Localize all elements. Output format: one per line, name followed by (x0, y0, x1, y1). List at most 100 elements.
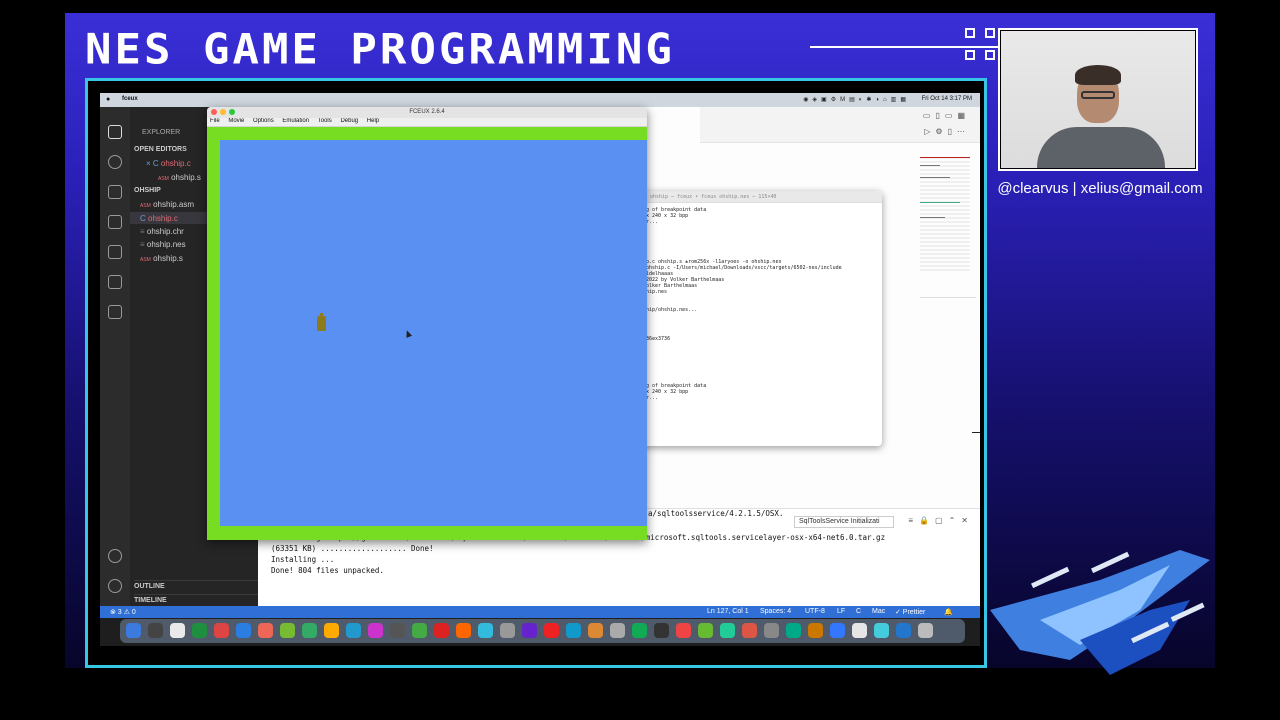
menu-tools[interactable]: Tools (318, 118, 332, 124)
nes-game-screen[interactable] (220, 140, 647, 526)
layout-controls-icon[interactable]: ▭▯▭▦ (923, 111, 970, 120)
dock-app-icon[interactable] (280, 623, 295, 638)
dock-app-icon[interactable] (786, 623, 801, 638)
book-icon[interactable] (108, 305, 122, 319)
encoding-setting[interactable]: UTF-8 (805, 608, 825, 615)
zoom-window-button[interactable] (229, 109, 235, 115)
dock-app-icon[interactable] (610, 623, 625, 638)
open-editor-label: ohship.s (171, 173, 201, 182)
dock-app-icon[interactable] (214, 623, 229, 638)
close-window-button[interactable] (211, 109, 217, 115)
dock-app-icon[interactable] (742, 623, 757, 638)
dock-app-icon[interactable] (852, 623, 867, 638)
dock-app-icon[interactable] (698, 623, 713, 638)
panel-action-icons[interactable]: ≡🔒▢⌃✕ (908, 516, 974, 525)
extensions-icon[interactable] (108, 245, 122, 259)
platform-indicator[interactable]: Mac (872, 608, 885, 615)
file-tree-item[interactable]: ≡ ohship.chr (140, 227, 184, 236)
dock-app-icon[interactable] (368, 623, 383, 638)
dock-app-icon[interactable] (500, 623, 515, 638)
settings-gear-icon[interactable] (108, 579, 122, 593)
minimize-window-button[interactable] (220, 109, 226, 115)
dock-app-icon[interactable] (456, 623, 471, 638)
terminal-line: r... (646, 219, 659, 225)
explorer-icon[interactable] (108, 125, 122, 139)
dock-app-icon[interactable] (918, 623, 933, 638)
dock-app-icon[interactable] (544, 623, 559, 638)
dock-app-icon[interactable] (588, 623, 603, 638)
apple-icon[interactable]: ● (106, 96, 110, 103)
dock-app-icon[interactable] (522, 623, 537, 638)
eol-setting[interactable]: LF (837, 608, 845, 615)
cursor-position[interactable]: Ln 127, Col 1 (707, 608, 749, 615)
terminal-window[interactable]: ohship — fceux • fceux ohship.nes — 115×… (640, 191, 882, 446)
outline-heading[interactable]: OUTLINE (134, 580, 258, 590)
open-editor-item[interactable]: × C ohship.c (146, 159, 191, 168)
vscode-status-bar: ⊗ 3 ⚠ 0 Ln 127, Col 1 Spaces: 4 UTF-8 LF… (100, 606, 980, 618)
mac-dock (120, 619, 965, 643)
menu-emulation[interactable]: Emulation (282, 118, 309, 124)
title-decoration-square (965, 50, 975, 60)
dock-app-icon[interactable] (258, 623, 273, 638)
menubar-app-name[interactable]: fceux (122, 96, 138, 102)
file-tree-item[interactable]: ASM ohship.asm (140, 200, 194, 209)
dock-app-icon[interactable] (236, 623, 251, 638)
run-debug-icon[interactable] (108, 215, 122, 229)
output-channel-select[interactable]: SqlToolsService Initializati (794, 516, 894, 528)
video-frame: NES GAME PROGRAMMING @clearvus | xelius@… (0, 0, 1280, 720)
dock-app-icon[interactable] (412, 623, 427, 638)
open-editor-item[interactable]: ASM ohship.s (158, 173, 201, 182)
dock-app-icon[interactable] (192, 623, 207, 638)
dock-app-icon[interactable] (830, 623, 845, 638)
show-title: NES GAME PROGRAMMING (85, 25, 675, 74)
fceux-window-title: FCEUX 2.6.4 (409, 109, 445, 115)
dock-app-icon[interactable] (346, 623, 361, 638)
terminal-title: ohship — fceux • fceux ohship.nes — 115×… (640, 191, 882, 203)
menu-options[interactable]: Options (253, 118, 274, 124)
bell-icon[interactable]: 🔔 (944, 608, 953, 616)
language-mode[interactable]: C (856, 608, 861, 615)
editor-minimap[interactable] (920, 157, 970, 272)
menubar-clock[interactable]: Fri Oct 14 3:17 PM (922, 96, 972, 102)
project-folder-heading[interactable]: OHSHIP (134, 187, 161, 194)
open-editors-heading[interactable]: OPEN EDITORS (134, 146, 187, 153)
dock-app-icon[interactable] (170, 623, 185, 638)
dock-app-icon[interactable] (566, 623, 581, 638)
dock-app-icon[interactable] (874, 623, 889, 638)
dock-app-icon[interactable] (676, 623, 691, 638)
dock-app-icon[interactable] (720, 623, 735, 638)
terminal-line: 36ex3736 (646, 336, 671, 342)
mac-desktop: ● fceux ◉◈▣⚙M▤◐✱◑⌂▥▦ Fri Oct 14 3:17 PM … (100, 93, 980, 646)
dock-app-icon[interactable] (478, 623, 493, 638)
file-tree-item[interactable]: ≡ ohship.nes (140, 240, 186, 249)
search-icon[interactable] (108, 155, 122, 169)
file-tree-item[interactable]: ASM ohship.s (140, 254, 183, 263)
title-decoration-square (985, 50, 995, 60)
menubar-status-icons[interactable]: ◉◈▣⚙M▤◐✱◑⌂▥▦ (803, 96, 910, 103)
menu-debug[interactable]: Debug (340, 118, 358, 124)
fceux-emulator-window[interactable]: FCEUX 2.6.4 File Movie Options Emulation… (207, 107, 647, 540)
dock-app-icon[interactable] (126, 623, 141, 638)
menu-file[interactable]: File (210, 118, 220, 124)
editor-actions-icon[interactable]: ▷⚙▯⋯ (924, 127, 970, 136)
indentation-setting[interactable]: Spaces: 4 (760, 608, 791, 615)
dock-app-icon[interactable] (764, 623, 779, 638)
account-icon[interactable] (108, 549, 122, 563)
source-control-icon[interactable] (108, 185, 122, 199)
dock-app-icon[interactable] (434, 623, 449, 638)
menu-movie[interactable]: Movie (228, 118, 244, 124)
timeline-heading[interactable]: TIMELINE (134, 594, 258, 604)
problems-indicator[interactable]: ⊗ 3 ⚠ 0 (110, 608, 136, 616)
dock-app-icon[interactable] (390, 623, 405, 638)
presenter-glasses (1081, 91, 1115, 99)
remote-explorer-icon[interactable] (108, 275, 122, 289)
dock-app-icon[interactable] (302, 623, 317, 638)
dock-app-icon[interactable] (808, 623, 823, 638)
dock-app-icon[interactable] (148, 623, 163, 638)
dock-app-icon[interactable] (324, 623, 339, 638)
prettier-status[interactable]: ✓ Prettier (895, 608, 925, 616)
dock-app-icon[interactable] (654, 623, 669, 638)
menu-help[interactable]: Help (367, 118, 379, 124)
dock-app-icon[interactable] (896, 623, 911, 638)
dock-app-icon[interactable] (632, 623, 647, 638)
